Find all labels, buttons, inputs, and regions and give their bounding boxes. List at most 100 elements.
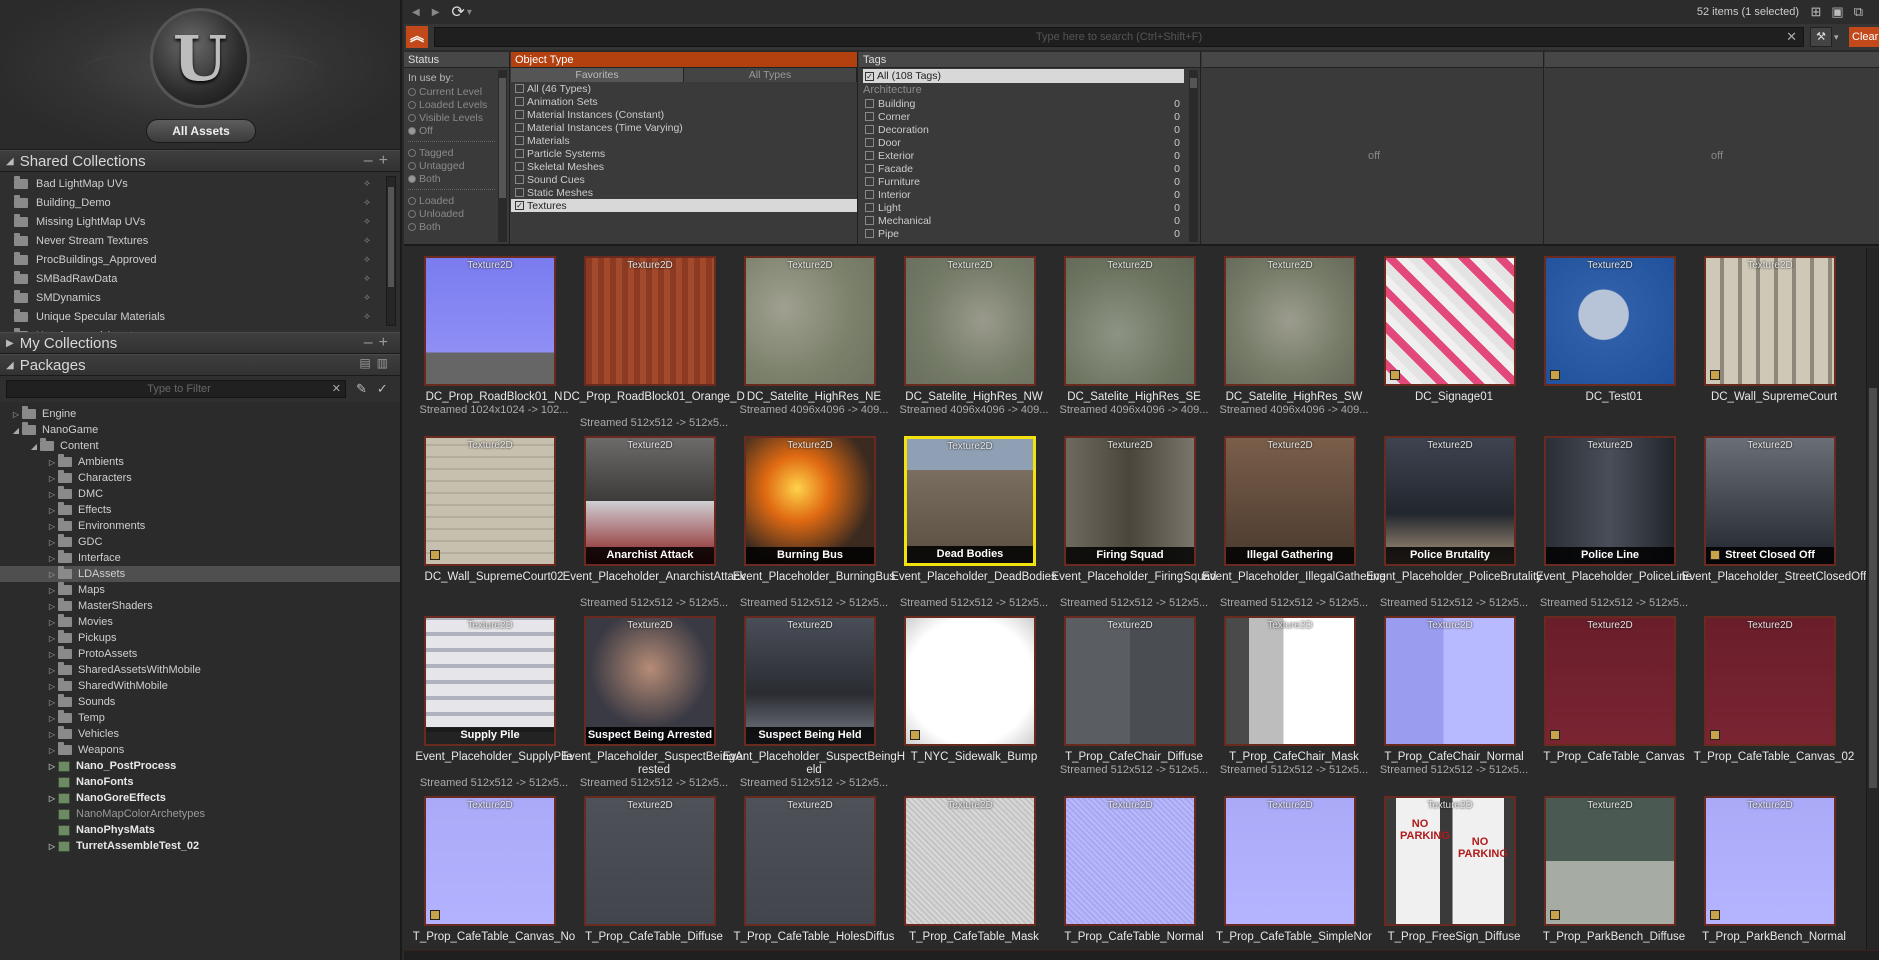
- checkbox-icon[interactable]: [865, 177, 874, 186]
- tree-item[interactable]: ▷ Weapons: [0, 742, 400, 758]
- asset-thumbnail[interactable]: Texture2D: [904, 796, 1036, 926]
- refresh-icon[interactable]: ⟳: [451, 2, 464, 22]
- object-type-item[interactable]: Skeletal Meshes: [511, 160, 857, 173]
- packages-header[interactable]: ◢ Packages ▤▥: [0, 354, 400, 376]
- object-type-item[interactable]: Static Meshes: [511, 186, 857, 199]
- asset-tile[interactable]: Texture2D DC_Wall_SupremeCourt: [1681, 254, 1841, 432]
- asset-tile[interactable]: Texture2D T_Prop_CafeTable_Canvas_No: [404, 794, 575, 950]
- asset-thumbnail[interactable]: Texture2D Burning Bus: [744, 436, 876, 566]
- share-icon[interactable]: ⟡: [364, 178, 370, 189]
- asset-thumbnail[interactable]: Texture2D: [1224, 256, 1356, 386]
- tag-item[interactable]: Exterior 0: [859, 149, 1200, 162]
- expand-arrow-icon[interactable]: ▷: [46, 650, 58, 659]
- asset-thumbnail[interactable]: Texture2D: [1384, 616, 1516, 746]
- tree-item[interactable]: ▷ MasterShaders: [0, 598, 400, 614]
- tag-all-row[interactable]: ✓ All (108 Tags): [863, 69, 1184, 83]
- asset-thumbnail[interactable]: [904, 616, 1036, 746]
- asset-tile[interactable]: Texture2D DC_Test01: [1521, 254, 1681, 432]
- tag-item[interactable]: Mechanical 0: [859, 214, 1200, 227]
- checkbox-icon[interactable]: [515, 136, 524, 145]
- asset-tile[interactable]: Texture2D Suspect Being Held Event_Placeho…: [721, 614, 905, 792]
- tree-item[interactable]: NanoFonts: [0, 774, 400, 790]
- tags-scrollbar[interactable]: [1189, 70, 1198, 242]
- asset-thumbnail[interactable]: Texture2D Dead Bodies: [904, 436, 1036, 566]
- status-radio[interactable]: Both: [408, 220, 505, 233]
- status-radio[interactable]: Off: [408, 124, 505, 137]
- asset-tile[interactable]: Texture2D Suspect Being Arrested Event_Pla…: [561, 614, 747, 792]
- tab-favorites[interactable]: Favorites: [511, 68, 684, 82]
- view-mode-icons[interactable]: ▤▥: [359, 356, 394, 370]
- my-collections-header[interactable]: ▶ My Collections –+: [0, 332, 400, 354]
- expand-arrow-icon[interactable]: ▷: [46, 634, 58, 643]
- collapse-triangle-icon[interactable]: ◢: [6, 360, 14, 371]
- share-icon[interactable]: ⟡: [364, 273, 370, 284]
- expand-arrow-icon[interactable]: ▷: [46, 522, 58, 531]
- forward-icon[interactable]: ▶: [432, 7, 440, 18]
- expand-arrow-icon[interactable]: ▷: [46, 554, 58, 563]
- collapse-filters-button[interactable]: ︽: [406, 26, 428, 48]
- tree-item[interactable]: ▷ Characters: [0, 470, 400, 486]
- asset-thumbnail[interactable]: Texture2D: [744, 796, 876, 926]
- collection-item[interactable]: SMDynamics ⟡: [0, 288, 400, 307]
- asset-tile[interactable]: Texture2D Police Line Event_Placeholder_Po…: [1521, 434, 1692, 612]
- asset-thumbnail[interactable]: Texture2D: [584, 796, 716, 926]
- tree-item[interactable]: ▷ Effects: [0, 502, 400, 518]
- asset-thumbnail[interactable]: Texture2D: [904, 256, 1036, 386]
- asset-thumbnail[interactable]: Texture2D Police Brutality: [1384, 436, 1516, 566]
- tag-item[interactable]: Facade 0: [859, 162, 1200, 175]
- search-options-dropdown-icon[interactable]: ▾: [1834, 32, 1839, 43]
- clear-search-icon[interactable]: ✕: [1786, 28, 1797, 46]
- asset-tile[interactable]: Texture2D T_Prop_CafeChair_Mask Streamed 5…: [1201, 614, 1368, 792]
- tree-item[interactable]: ▷ Interface: [0, 550, 400, 566]
- asset-tile[interactable]: Texture2D Firing Squad Event_Placeholder_F…: [1041, 434, 1216, 612]
- expand-arrow-icon[interactable]: ▷: [46, 506, 58, 515]
- asset-thumbnail[interactable]: Texture2D Police Line: [1544, 436, 1676, 566]
- asset-tile[interactable]: Texture2D DC_Satelite_HighRes_NE Streamed …: [721, 254, 888, 432]
- pencil-icon[interactable]: ✎: [356, 381, 367, 397]
- expand-arrow-icon[interactable]: ▷: [46, 602, 58, 611]
- collection-item[interactable]: Bad LightMap UVs ⟡: [0, 174, 400, 193]
- expand-arrow-icon[interactable]: ▷: [46, 698, 58, 707]
- tag-item[interactable]: Light 0: [859, 201, 1200, 214]
- collection-item[interactable]: Missing LightMap UVs ⟡: [0, 212, 400, 231]
- tab-all-types[interactable]: All Types: [684, 68, 857, 82]
- checkbox-icon[interactable]: [865, 138, 874, 147]
- share-icon[interactable]: ⟡: [364, 197, 370, 208]
- tree-item[interactable]: ▷ SharedAssetsWithMobile: [0, 662, 400, 678]
- object-type-item[interactable]: Animation Sets: [511, 95, 857, 108]
- collection-item[interactable]: ProcBuildings_Approved ⟡: [0, 250, 400, 269]
- status-radio[interactable]: Tagged: [408, 146, 505, 159]
- asset-tile[interactable]: Texture2D T_Prop_CafeTable_Canvas_02: [1681, 614, 1854, 792]
- search-input[interactable]: Type here to search (Ctrl+Shift+F) ✕: [434, 27, 1804, 47]
- asset-thumbnail[interactable]: Texture2D: [424, 796, 556, 926]
- asset-thumbnail[interactable]: Texture2D: [744, 256, 876, 386]
- status-radio[interactable]: Current Level: [408, 85, 505, 98]
- asset-thumbnail[interactable]: Texture2D Suspect Being Held: [744, 616, 876, 746]
- checkbox-icon[interactable]: ✓: [515, 201, 524, 210]
- checkbox-icon[interactable]: [515, 175, 524, 184]
- asset-thumbnail[interactable]: Texture2D NO PARKING NO PARKING: [1384, 796, 1516, 926]
- asset-thumbnail[interactable]: Texture2D Suspect Being Arrested: [584, 616, 716, 746]
- expand-arrow-icon[interactable]: ◢: [28, 442, 40, 451]
- expand-arrow-icon[interactable]: ▷: [46, 570, 58, 579]
- tree-item[interactable]: ▷ NanoGoreEffects: [0, 790, 400, 806]
- object-type-item[interactable]: Material Instances (Time Varying): [511, 121, 857, 134]
- checkbox-icon[interactable]: [515, 97, 524, 106]
- asset-tile[interactable]: Texture2D Street Closed Off Event_Placehol…: [1681, 434, 1866, 612]
- asset-tile[interactable]: Texture2D T_Prop_CafeChair_Normal Streamed…: [1361, 614, 1528, 792]
- asset-thumbnail[interactable]: Texture2D: [424, 436, 556, 566]
- object-type-item[interactable]: Material Instances (Constant): [511, 108, 857, 121]
- status-radio[interactable]: Both: [408, 172, 505, 185]
- status-radio[interactable]: Visible Levels: [408, 111, 505, 124]
- asset-tile[interactable]: Texture2D DC_Satelite_HighRes_SE Streamed …: [1041, 254, 1208, 432]
- collapse-triangle-icon[interactable]: ◢: [6, 156, 14, 167]
- tree-item[interactable]: ▷ Sounds: [0, 694, 400, 710]
- expand-arrow-icon[interactable]: ▷: [46, 490, 58, 499]
- tree-item[interactable]: ◢ NanoGame: [0, 422, 400, 438]
- collection-item[interactable]: Building_Demo ⟡: [0, 193, 400, 212]
- share-icon[interactable]: ⟡: [364, 235, 370, 246]
- tag-item[interactable]: Corner 0: [859, 110, 1200, 123]
- asset-tile[interactable]: Texture2D DC_Wall_SupremeCourt02: [404, 434, 563, 612]
- tag-item[interactable]: Interior 0: [859, 188, 1200, 201]
- asset-tile[interactable]: DC_Signage01: [1361, 254, 1521, 432]
